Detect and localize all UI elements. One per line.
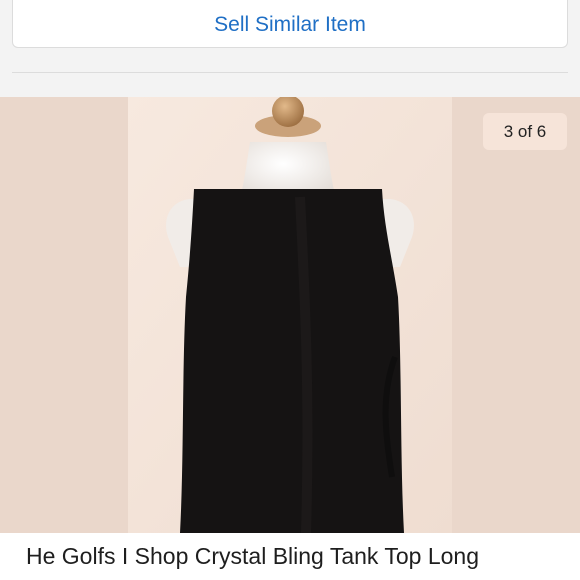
divider: [12, 72, 568, 73]
dress-form-neck: [240, 142, 336, 197]
listing-title-bar: He Golfs I Shop Crystal Bling Tank Top L…: [0, 533, 580, 580]
listing-title: He Golfs I Shop Crystal Bling Tank Top L…: [26, 543, 480, 569]
photo-gallery[interactable]: 3 of 6: [0, 97, 580, 533]
listing-page: Sell Similar Item 3 of 6 He Golfs I Shop…: [0, 0, 580, 580]
photo-counter-badge: 3 of 6: [483, 113, 567, 150]
left-background: [0, 97, 128, 533]
product-photo: [0, 97, 580, 533]
sell-similar-button[interactable]: Sell Similar Item: [12, 0, 568, 48]
tank-top-garment: [180, 189, 404, 533]
sell-similar-label: Sell Similar Item: [214, 13, 366, 36]
right-background: [452, 97, 580, 533]
